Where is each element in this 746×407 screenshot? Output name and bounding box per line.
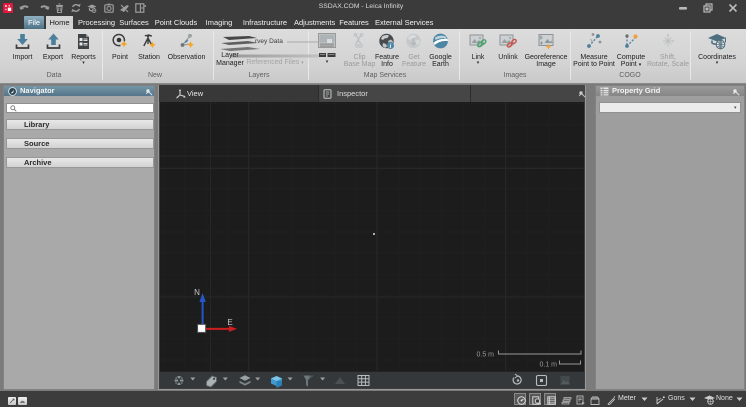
svg-text:0.1 m: 0.1 m: [539, 362, 557, 369]
svg-text:0.5 m: 0.5 m: [476, 352, 494, 359]
svg-text:N: N: [194, 288, 200, 297]
svg-text:E: E: [227, 318, 232, 327]
svg-text:rvey Data: rvey Data: [255, 38, 283, 45]
